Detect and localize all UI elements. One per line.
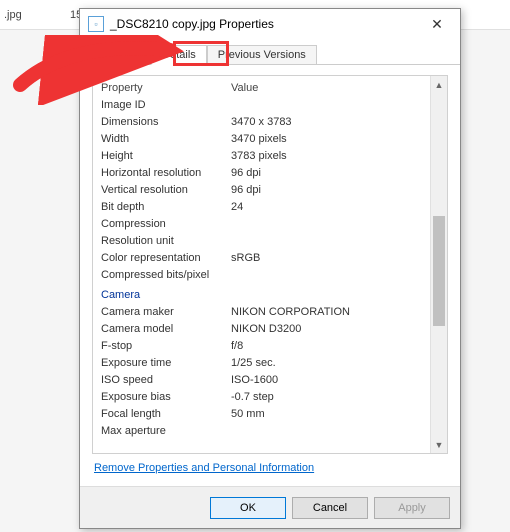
property-value: ISO-1600 [231,372,430,389]
property-row[interactable]: Exposure bias-0.7 step [101,389,430,406]
property-row[interactable]: Compression [101,216,430,233]
close-button[interactable]: ✕ [420,12,454,36]
property-label: ISO speed [101,372,231,389]
dialog-title: _DSC8210 copy.jpg Properties [110,17,420,31]
scroll-up-icon[interactable]: ▲ [431,76,447,93]
property-value: 3470 x 3783 [231,114,430,131]
property-row[interactable]: Color representationsRGB [101,250,430,267]
property-value: 50 mm [231,406,430,423]
scrollbar[interactable]: ▲ ▼ [430,76,447,453]
property-value [231,423,430,440]
apply-button[interactable]: Apply [374,497,450,519]
property-label: Image ID [101,97,231,114]
property-label: Camera maker [101,304,231,321]
scroll-down-icon[interactable]: ▼ [431,436,447,453]
property-label: F-stop [101,338,231,355]
property-value: 1/25 sec. [231,355,430,372]
section-camera: Camera [101,286,430,304]
property-label: Exposure bias [101,389,231,406]
property-value: 24 [231,199,430,216]
header-value: Value [231,80,430,97]
properties-list: Property Value Image IDDimensions3470 x … [92,75,448,454]
property-row[interactable]: Resolution unit [101,233,430,250]
property-value: sRGB [231,250,430,267]
property-row[interactable]: Bit depth24 [101,199,430,216]
tab-general[interactable]: General [90,45,151,64]
tab-previous-versions[interactable]: Previous Versions [207,45,317,64]
scroll-thumb[interactable] [433,216,445,326]
property-row[interactable]: Horizontal resolution96 dpi [101,165,430,182]
property-value: 3470 pixels [231,131,430,148]
property-row[interactable]: Focal length50 mm [101,406,430,423]
property-label: Compressed bits/pixel [101,267,231,284]
properties-scroll: Property Value Image IDDimensions3470 x … [93,76,430,453]
property-value: 3783 pixels [231,148,430,165]
tab-content: Property Value Image IDDimensions3470 x … [80,65,460,486]
property-row[interactable]: Vertical resolution96 dpi [101,182,430,199]
property-label: Compression [101,216,231,233]
property-label: Horizontal resolution [101,165,231,182]
property-row[interactable]: Image ID [101,97,430,114]
property-label: Dimensions [101,114,231,131]
property-row[interactable]: Exposure time1/25 sec. [101,355,430,372]
property-value [231,233,430,250]
property-value [231,267,430,284]
property-row[interactable]: Dimensions3470 x 3783 [101,114,430,131]
property-label: Resolution unit [101,233,231,250]
property-label: Bit depth [101,199,231,216]
property-label: Vertical resolution [101,182,231,199]
property-value: NIKON CORPORATION [231,304,430,321]
property-label: Focal length [101,406,231,423]
titlebar: ▫ _DSC8210 copy.jpg Properties ✕ [80,9,460,39]
header-property: Property [101,80,231,97]
property-value: 96 dpi [231,182,430,199]
property-value: -0.7 step [231,389,430,406]
tab-row: General Details Previous Versions [80,39,460,65]
property-value: NIKON D3200 [231,321,430,338]
property-label: Width [101,131,231,148]
properties-dialog: ▫ _DSC8210 copy.jpg Properties ✕ General… [79,8,461,529]
remove-properties-link[interactable]: Remove Properties and Personal Informati… [92,454,448,480]
property-value [231,97,430,114]
property-row[interactable]: Height3783 pixels [101,148,430,165]
property-value: 96 dpi [231,165,430,182]
property-row[interactable]: Compressed bits/pixel [101,267,430,284]
property-value [231,216,430,233]
property-label: Height [101,148,231,165]
tab-details[interactable]: Details [151,45,207,65]
property-label: Max aperture [101,423,231,440]
property-row[interactable]: Camera makerNIKON CORPORATION [101,304,430,321]
property-label: Exposure time [101,355,231,372]
property-row[interactable]: Width3470 pixels [101,131,430,148]
bg-filename: .jpg [0,9,50,21]
property-row[interactable]: Camera modelNIKON D3200 [101,321,430,338]
close-icon: ✕ [431,16,443,33]
ok-button[interactable]: OK [210,497,286,519]
property-row[interactable]: F-stopf/8 [101,338,430,355]
header-row: Property Value [101,80,430,97]
property-label: Camera model [101,321,231,338]
button-bar: OK Cancel Apply [80,486,460,528]
property-value: f/8 [231,338,430,355]
image-file-icon: ▫ [88,16,104,32]
property-row[interactable]: ISO speedISO-1600 [101,372,430,389]
property-label: Color representation [101,250,231,267]
property-row[interactable]: Max aperture [101,423,430,440]
cancel-button[interactable]: Cancel [292,497,368,519]
